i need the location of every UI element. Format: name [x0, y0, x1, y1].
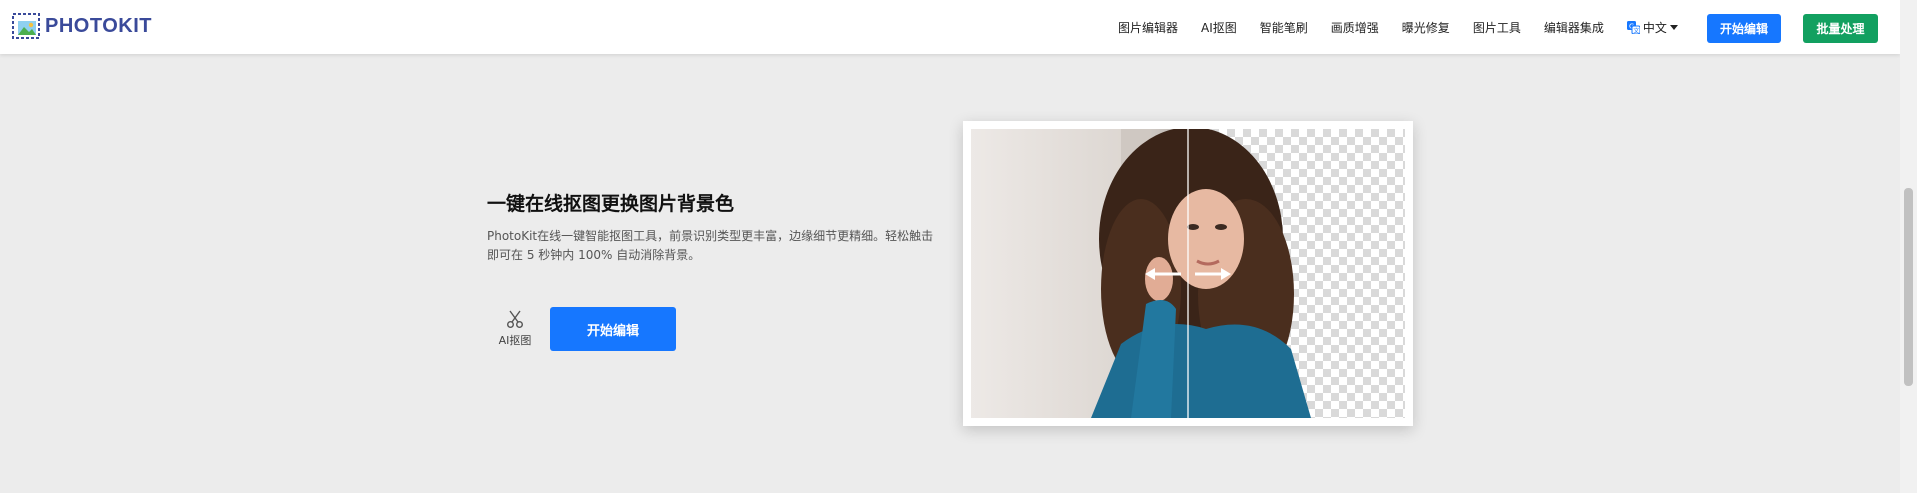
page-scrollbar[interactable]	[1900, 0, 1917, 493]
svg-text:文: 文	[1633, 26, 1639, 33]
main-nav: 图片编辑器 AI抠图 智能笔刷 画质增强 曝光修复 图片工具 编辑器集成 G 文…	[1118, 0, 1700, 54]
translate-icon: G 文	[1626, 20, 1640, 34]
page-description: PhotoKit在线一键智能抠图工具，前景识别类型更丰富，边缘细节更精细。轻松触…	[487, 229, 934, 262]
before-after-image	[971, 129, 1405, 418]
nav-editor-integration[interactable]: 编辑器集成	[1544, 19, 1604, 36]
photokit-logo-icon	[12, 13, 40, 39]
nav-exposure-fix[interactable]: 曝光修复	[1402, 19, 1450, 36]
page-title: 一键在线抠图更换图片背景色	[487, 193, 735, 215]
language-selector[interactable]: G 文 中文	[1626, 19, 1678, 36]
logo[interactable]: PHOTOKIT	[12, 13, 152, 39]
before-after-preview[interactable]	[963, 121, 1413, 426]
batch-process-button[interactable]: 批量处理	[1803, 14, 1878, 43]
caret-down-icon	[1669, 24, 1678, 30]
nav-smart-brush[interactable]: 智能笔刷	[1260, 19, 1308, 36]
ai-cutout-tool[interactable]: AI抠图	[492, 307, 538, 348]
nav-ai-cutout[interactable]: AI抠图	[1201, 19, 1237, 36]
logo-text: PHOTOKIT	[45, 14, 152, 37]
language-label: 中文	[1642, 20, 1667, 35]
ai-cutout-label: AI抠图	[498, 334, 532, 347]
scrollbar-thumb[interactable]	[1904, 188, 1913, 386]
nav-image-editor[interactable]: 图片编辑器	[1118, 19, 1178, 36]
nav-quality-enhance[interactable]: 画质增强	[1331, 19, 1379, 36]
scissors-icon	[507, 310, 523, 328]
start-editing-button[interactable]: 开始编辑	[550, 307, 676, 351]
nav-image-tools[interactable]: 图片工具	[1473, 19, 1521, 36]
top-nav-bar: PHOTOKIT 图片编辑器 AI抠图 智能笔刷 画质增强 曝光修复 图片工具 …	[0, 0, 1900, 54]
start-editing-nav-button[interactable]: 开始编辑	[1707, 14, 1781, 43]
